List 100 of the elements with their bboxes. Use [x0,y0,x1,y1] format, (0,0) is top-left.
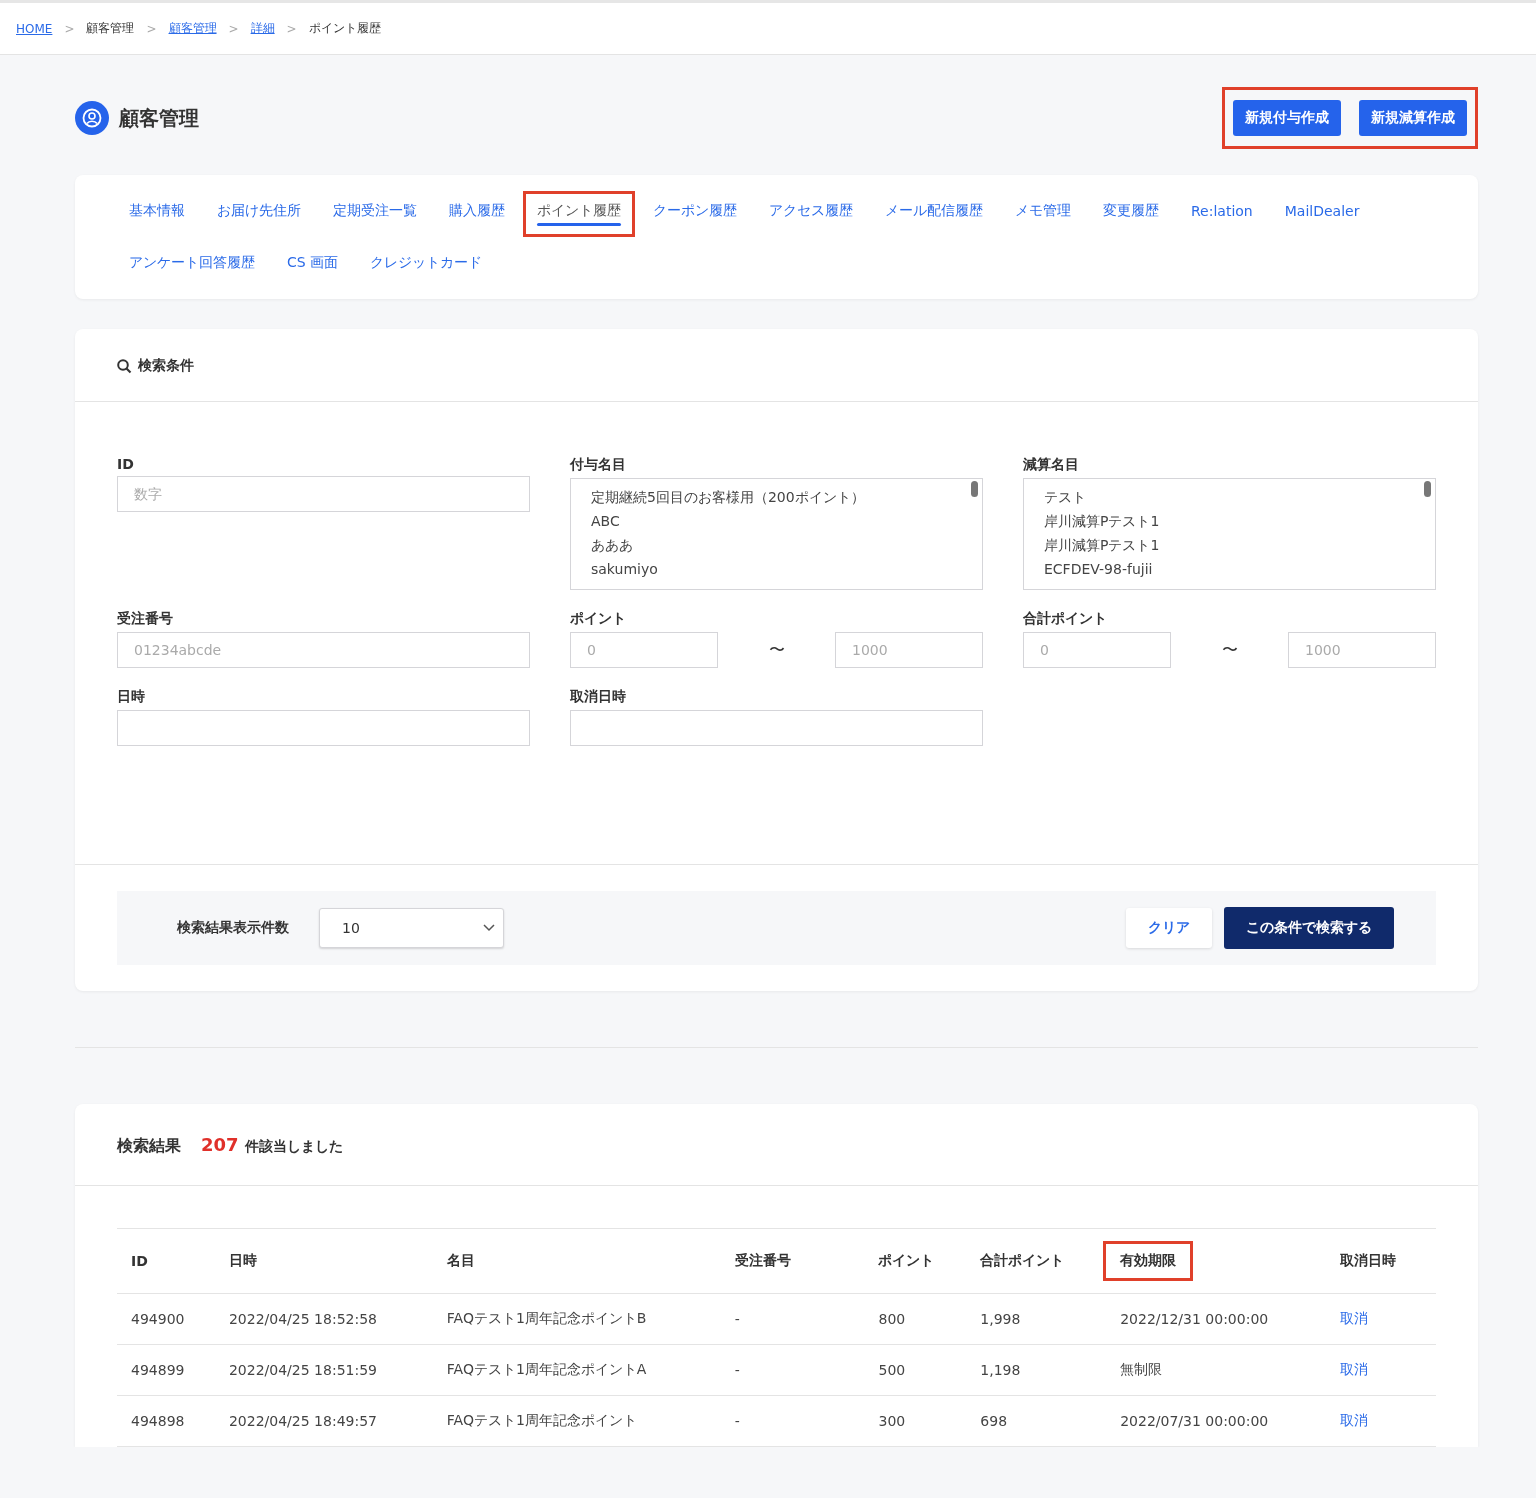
breadcrumb-separator: > [64,21,75,36]
table-cell: - [734,1413,740,1429]
field-label: 減算名目 [1023,456,1080,474]
field-label: ID [117,456,135,472]
clear-button[interactable]: クリア [1126,908,1212,948]
order-number-field[interactable]: 01234abcde [117,632,530,668]
breadcrumb-separator: > [146,21,157,36]
breadcrumb-separator: > [286,21,297,36]
table-cell: 1,198 [980,1362,1021,1378]
list-option[interactable]: 岸川減算Pテスト1 [1044,511,1415,531]
column-header: 名目 [445,1251,476,1270]
scrollbar-thumb[interactable] [971,481,978,497]
tab[interactable]: ポイント履歴 [523,191,635,237]
panel-title: 検索条件 [138,357,194,375]
deduct-name-list[interactable]: テスト 岸川減算Pテスト1 岸川減算Pテスト1 ECFDEV-98-fujii [1023,478,1436,590]
tab[interactable]: メモ管理 [1001,191,1085,237]
field-label: 取消日時 [570,688,627,706]
column-header: 合計ポイント [979,1251,1066,1270]
grant-name-list[interactable]: 定期継続5回目のお客様用（200ポイント） ABC あああ sakumiyo [570,478,983,590]
column-header: 日時 [227,1251,258,1270]
breadcrumb-link[interactable]: HOME [16,21,53,36]
list-option[interactable]: sakumiyo [591,559,962,579]
table-cell: 1,998 [980,1311,1021,1327]
tab[interactable]: クレジットカード [356,243,497,289]
table-cell: - [734,1311,740,1327]
min-field[interactable]: 0 [570,632,718,668]
max-field[interactable]: 1000 [1288,632,1436,668]
results-title: 検索結果 [117,1136,181,1157]
breadcrumb-separator: > [228,21,239,36]
tab[interactable]: アンケート回答履歴 [115,243,269,289]
column-header: ポイント [877,1251,936,1270]
tab[interactable]: 購入履歴 [435,191,519,237]
search-button[interactable]: この条件で検索する [1224,907,1394,949]
result-count-text: 件該当しました [244,1138,343,1156]
range-separator: 〜 [1221,639,1238,661]
list-option[interactable]: テスト [1044,487,1415,507]
field-label: 合計ポイント [1023,610,1108,628]
table-cell: 494900 [131,1311,185,1327]
table-cell: 698 [980,1413,1008,1429]
tab[interactable]: メール配信履歴 [871,191,997,237]
date-field[interactable] [117,710,530,746]
page-size-label: 検索結果表示件数 [177,919,289,937]
table-cell: 2022/12/31 00:00:00 [1120,1311,1269,1327]
tab[interactable]: MailDealer [1270,191,1374,237]
table-cell: 2022/07/31 00:00:00 [1120,1413,1269,1429]
user-icon [75,101,109,135]
breadcrumb-text: ポイント履歴 [308,20,381,37]
table-cell: FAQテスト1周年記念ポイントA [446,1361,647,1377]
table-cell: 800 [878,1311,906,1327]
chevron-down-icon [483,924,495,932]
column-header: 受注番号 [733,1251,792,1270]
page-title: 顧客管理 [119,104,199,132]
table-cell: 300 [878,1413,906,1429]
field-label: 日時 [117,688,146,706]
result-count: 207 [201,1134,239,1155]
page-size-select[interactable]: 10 [319,908,504,948]
table-cell: 494899 [131,1362,185,1378]
cancel-link[interactable]: 取消 [1340,1310,1369,1326]
tab[interactable]: CS 画面 [273,243,353,289]
cancel-link[interactable]: 取消 [1340,1361,1369,1377]
max-field[interactable]: 1000 [835,632,983,668]
tab[interactable]: 変更履歴 [1089,191,1173,237]
table-cell: 500 [878,1362,906,1378]
min-field[interactable]: 0 [1023,632,1171,668]
id-field[interactable]: 数字 [117,476,530,512]
column-header: ID [130,1252,149,1271]
breadcrumb-link[interactable]: 顧客管理 [168,20,217,37]
tab[interactable]: Re:lation [1177,191,1267,237]
table-cell: - [734,1362,740,1378]
table-cell: FAQテスト1周年記念ポイントB [446,1310,647,1326]
table-cell: 2022/04/25 18:49:57 [228,1413,377,1429]
tab[interactable]: アクセス履歴 [755,191,867,237]
table-cell: 494898 [131,1413,185,1429]
list-option[interactable]: 岸川減算Pテスト1 [1044,535,1415,555]
cancel-link[interactable]: 取消 [1340,1412,1369,1428]
tab[interactable]: お届け先住所 [203,191,315,237]
breadcrumb-text: 顧客管理 [86,20,135,37]
list-option[interactable]: 定期継続5回目のお客様用（200ポイント） [591,487,962,507]
list-option[interactable]: あああ [591,535,962,555]
create-button[interactable]: 新規付与作成 [1233,100,1341,136]
field-label: 受注番号 [117,610,174,628]
search-icon [117,358,132,374]
column-header: 有効期限 [1103,1241,1194,1281]
table-cell: 無制限 [1120,1361,1163,1377]
table-cell: FAQテスト1周年記念ポイント [446,1412,637,1428]
table-cell: 2022/04/25 18:51:59 [228,1362,377,1378]
table-cell: 2022/04/25 18:52:58 [228,1311,377,1327]
field-label: ポイント [570,610,627,628]
create-button[interactable]: 新規減算作成 [1359,100,1467,136]
tab[interactable]: 基本情報 [115,191,199,237]
tab[interactable]: クーポン履歴 [639,191,751,237]
scrollbar-thumb[interactable] [1424,481,1431,497]
list-option[interactable]: ABC [591,511,962,531]
list-option[interactable]: ECFDEV-98-fujii [1044,559,1415,579]
breadcrumb-link[interactable]: 詳細 [250,20,275,37]
range-separator: 〜 [768,639,785,661]
date-field[interactable] [570,710,983,746]
column-header: 取消日時 [1339,1251,1398,1270]
field-label: 付与名目 [570,456,627,474]
tab[interactable]: 定期受注一覧 [319,191,431,237]
